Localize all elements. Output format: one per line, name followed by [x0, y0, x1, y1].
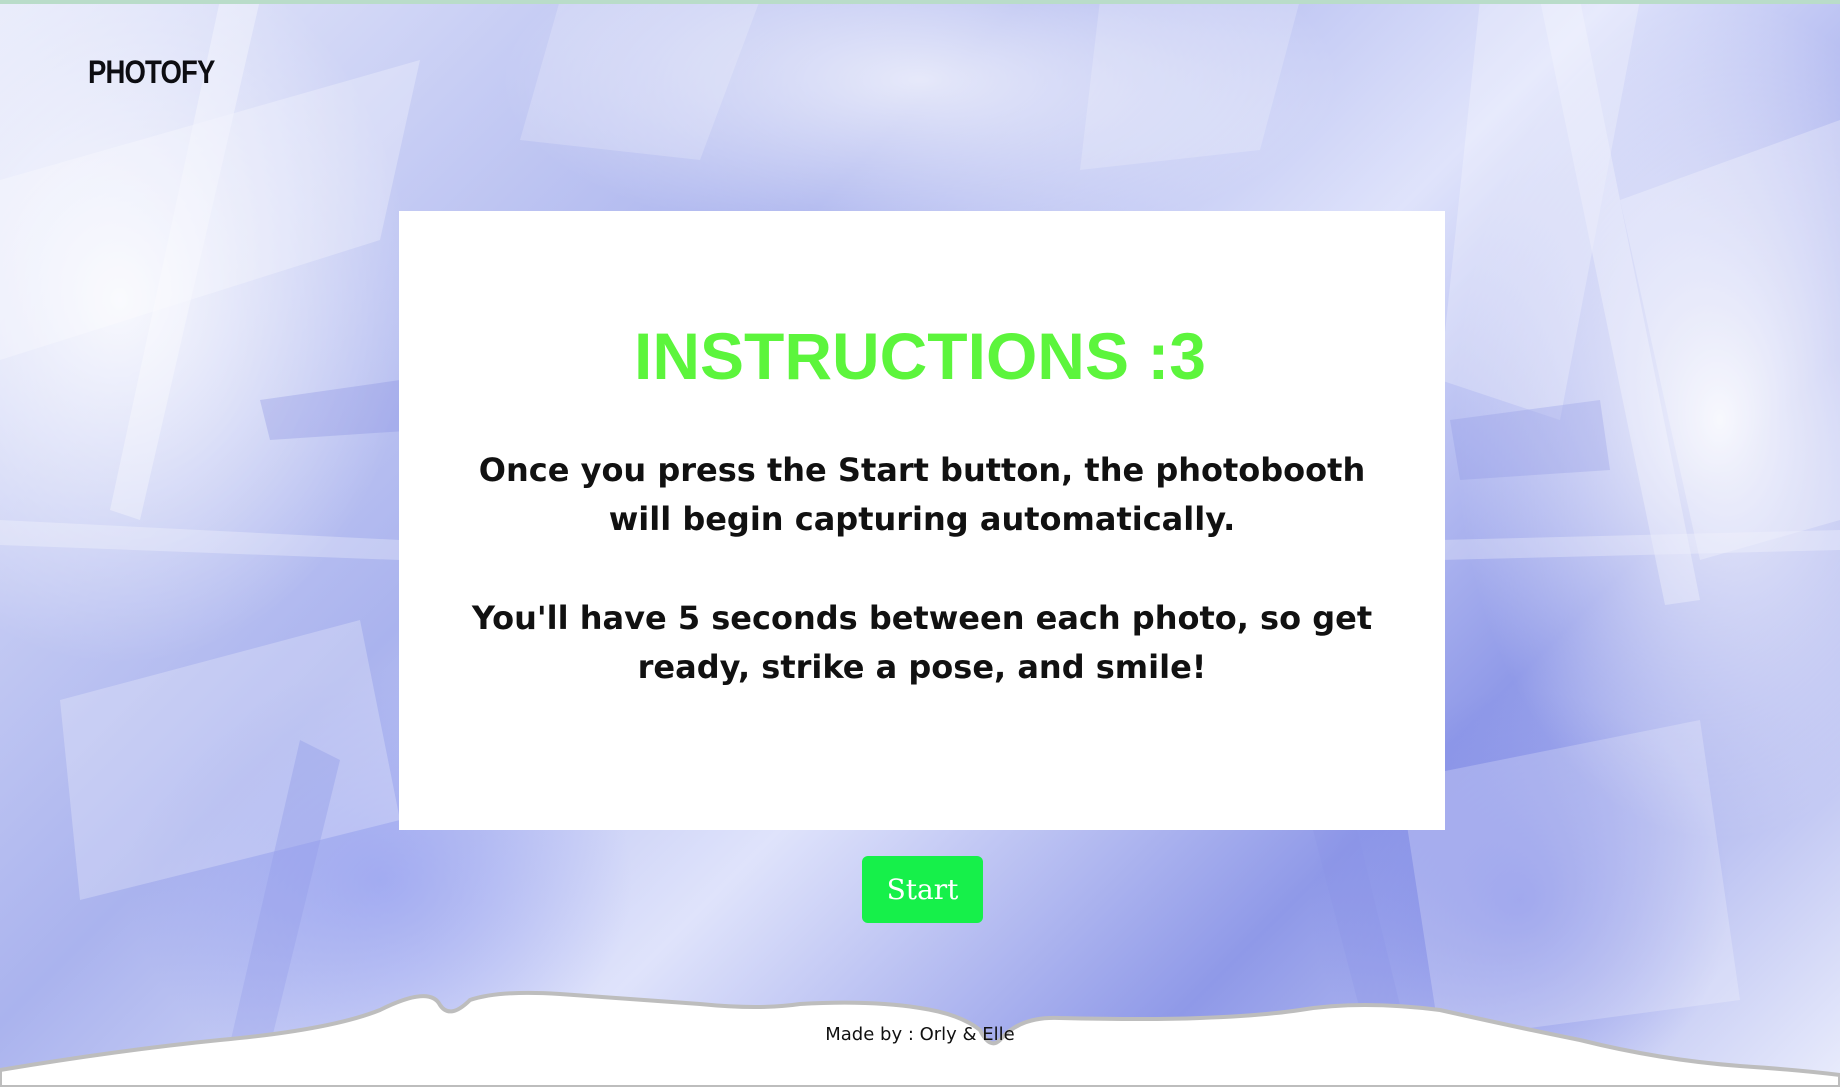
app-logo[interactable]: PHOTOFY: [88, 54, 215, 91]
instructions-paragraph-1: Once you press the Start button, the pho…: [478, 451, 1366, 538]
top-border: [0, 0, 1840, 4]
start-button[interactable]: Start: [862, 856, 983, 923]
instructions-title: INSTRUCTIONS :3: [633, 319, 1207, 393]
instructions-paragraph-2: You'll have 5 seconds between each photo…: [471, 599, 1373, 686]
footer-credits: Made by : Orly & Elle: [825, 1024, 1015, 1045]
